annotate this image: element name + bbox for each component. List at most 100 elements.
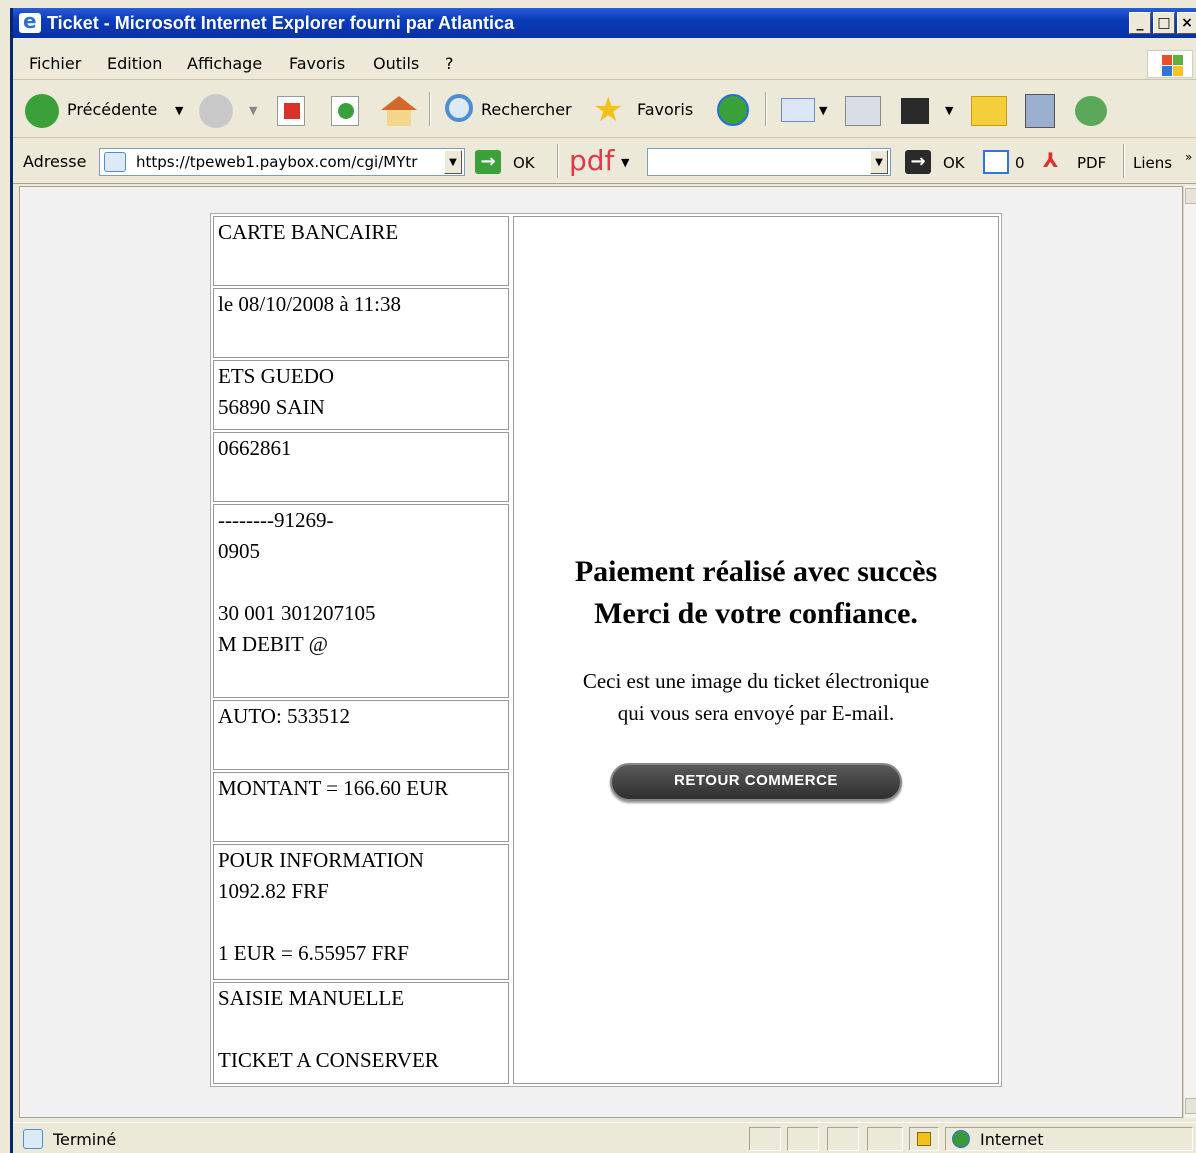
status-bar: Terminé Internet bbox=[13, 1122, 1196, 1153]
pdf-go-label[interactable]: OK bbox=[943, 154, 965, 172]
pdf-search-dropdown-icon[interactable]: ▼ bbox=[870, 150, 888, 174]
go-arrow-icon[interactable]: → bbox=[475, 150, 501, 174]
ticket-cell-merchant: ETS GUEDO 56890 SAIN bbox=[213, 360, 509, 430]
ticket-line bbox=[218, 567, 508, 598]
maximize-button[interactable]: □ bbox=[1153, 12, 1175, 34]
zone-segment: Internet bbox=[945, 1127, 1193, 1151]
menu-outils[interactable]: Outils bbox=[373, 54, 419, 73]
menu-bar: Fichier Edition Affichage Favoris Outils… bbox=[13, 46, 1196, 80]
ticket-cell-auth: AUTO: 533512 bbox=[213, 700, 509, 770]
print-icon[interactable] bbox=[845, 96, 881, 126]
forward-arrow-icon[interactable] bbox=[199, 94, 233, 128]
info-message-line1: Ceci est une image du ticket électroniqu… bbox=[582, 669, 930, 693]
ticket-line: 56890 SAIN bbox=[218, 395, 325, 419]
home-icon[interactable] bbox=[381, 96, 417, 126]
ticket-line: CARTE BANCAIRE bbox=[218, 220, 399, 244]
status-segment bbox=[749, 1127, 781, 1151]
address-dropdown-icon[interactable]: ▼ bbox=[444, 150, 462, 174]
scroll-up-button[interactable] bbox=[1185, 188, 1196, 204]
minimize-button[interactable]: _ bbox=[1129, 12, 1151, 34]
menu-help[interactable]: ? bbox=[445, 54, 454, 73]
chevron-right-icon[interactable]: » bbox=[1185, 150, 1192, 164]
folder-icon[interactable] bbox=[971, 96, 1007, 126]
pdf-search-input[interactable]: ▼ bbox=[647, 148, 891, 176]
title-bar: Ticket - Microsoft Internet Explorer fou… bbox=[13, 8, 1196, 38]
browser-window: Ticket - Microsoft Internet Explorer fou… bbox=[10, 8, 1196, 1153]
ticket-cell-merchant-id: 0662861 bbox=[213, 432, 509, 502]
back-dropdown-icon[interactable]: ▼ bbox=[175, 104, 183, 117]
stop-icon[interactable] bbox=[277, 96, 305, 126]
history-icon[interactable] bbox=[717, 94, 749, 126]
edit-dropdown-icon[interactable]: ▼ bbox=[945, 104, 953, 117]
menu-affichage[interactable]: Affichage bbox=[187, 54, 262, 73]
status-text: Terminé bbox=[53, 1130, 117, 1149]
favorites-icon[interactable]: ★ bbox=[593, 90, 623, 130]
edit-icon[interactable] bbox=[901, 98, 929, 124]
pdf-go-arrow-icon[interactable]: → bbox=[905, 150, 931, 174]
pdf-button-label[interactable]: PDF bbox=[1077, 154, 1106, 172]
ticket-line: AUTO: 533512 bbox=[218, 704, 351, 728]
ticket-line: 30 001 301207105 bbox=[218, 601, 376, 625]
ticket-cell-card-details: --------91269- 0905 30 001 301207105 M D… bbox=[213, 504, 509, 698]
toolbar-separator bbox=[557, 144, 559, 178]
ticket-line: ETS GUEDO bbox=[218, 364, 335, 388]
address-label: Adresse bbox=[23, 152, 87, 171]
go-button-label[interactable]: OK bbox=[513, 154, 535, 172]
forward-dropdown-icon[interactable]: ▼ bbox=[249, 104, 257, 117]
refresh-icon[interactable] bbox=[331, 96, 359, 126]
links-label[interactable]: Liens bbox=[1133, 154, 1172, 172]
ticket-line: --------91269- bbox=[218, 508, 334, 532]
toolbar: Précédente ▼ ▼ Rechercher ★ Favoris ▼ ▼ bbox=[13, 82, 1196, 138]
retour-commerce-button[interactable]: RETOUR COMMERCE bbox=[610, 763, 902, 801]
back-arrow-icon[interactable] bbox=[25, 94, 59, 128]
ticket-table: CARTE BANCAIRE le 08/10/2008 à 11:38 ETS… bbox=[210, 213, 1002, 1087]
menu-fichier[interactable]: Fichier bbox=[29, 54, 81, 73]
window-icon[interactable] bbox=[983, 150, 1009, 174]
ticket-line bbox=[218, 1014, 508, 1045]
mail-icon[interactable] bbox=[781, 98, 815, 122]
menu-edition[interactable]: Edition bbox=[107, 54, 162, 73]
pdf-logo-label[interactable]: pdf bbox=[569, 144, 614, 177]
toolbar-separator bbox=[1123, 144, 1125, 178]
address-bar: Adresse https://tpeweb1.paybox.com/cgi/M… bbox=[13, 140, 1196, 184]
close-button[interactable]: × bbox=[1177, 12, 1196, 34]
ticket-cell-card-type: CARTE BANCAIRE bbox=[213, 216, 509, 286]
scroll-down-button[interactable] bbox=[1185, 1098, 1196, 1114]
lock-segment bbox=[909, 1127, 939, 1151]
pdf-icon[interactable]: ⅄ bbox=[1043, 148, 1069, 176]
window-title: Ticket - Microsoft Internet Explorer fou… bbox=[47, 13, 515, 33]
ticket-line: 0905 bbox=[218, 539, 260, 563]
ticket-line: 1092.82 FRF bbox=[218, 879, 329, 903]
ticket-cell-info: POUR INFORMATION 1092.82 FRF 1 EUR = 6.5… bbox=[213, 844, 509, 980]
ticket-line: POUR INFORMATION bbox=[218, 848, 424, 872]
menu-favoris[interactable]: Favoris bbox=[289, 54, 345, 73]
pdf-dropdown-icon[interactable]: ▼ bbox=[621, 156, 629, 169]
page-icon bbox=[104, 152, 126, 172]
ticket-cell-amount: MONTANT = 166.60 EUR bbox=[213, 772, 509, 842]
counter-value: 0 bbox=[1015, 154, 1025, 172]
zone-label: Internet bbox=[980, 1130, 1044, 1149]
vertical-scrollbar[interactable] bbox=[1183, 186, 1196, 1118]
ticket-line: SAISIE MANUELLE bbox=[218, 986, 405, 1010]
address-url[interactable]: https://tpeweb1.paybox.com/cgi/MYtr bbox=[136, 153, 436, 171]
status-segment bbox=[867, 1127, 903, 1151]
address-field[interactable]: https://tpeweb1.paybox.com/cgi/MYtr ▼ bbox=[99, 148, 465, 176]
ticket-cell-date: le 08/10/2008 à 11:38 bbox=[213, 288, 509, 358]
favorites-button-label[interactable]: Favoris bbox=[637, 100, 693, 119]
toolbar-separator bbox=[429, 92, 431, 126]
messenger-icon[interactable] bbox=[1075, 96, 1107, 126]
thanks-message: Merci de votre confiance. bbox=[594, 597, 918, 630]
search-button-label[interactable]: Rechercher bbox=[481, 100, 572, 119]
ticket-line: le 08/10/2008 à 11:38 bbox=[218, 292, 401, 316]
research-icon[interactable] bbox=[1025, 94, 1055, 128]
page-content: CARTE BANCAIRE le 08/10/2008 à 11:38 ETS… bbox=[19, 186, 1183, 1118]
info-message-line2: qui vous sera envoyé par E-mail. bbox=[617, 701, 895, 725]
lock-icon bbox=[917, 1132, 931, 1146]
mail-dropdown-icon[interactable]: ▼ bbox=[819, 104, 827, 117]
confirmation-panel: Paiement réalisé avec succès Merci de vo… bbox=[513, 216, 999, 1084]
windows-logo-icon bbox=[1147, 50, 1193, 78]
back-button-label[interactable]: Précédente bbox=[67, 100, 157, 119]
ticket-line: 1 EUR = 6.55957 FRF bbox=[218, 941, 409, 965]
ticket-line: M DEBIT @ bbox=[218, 632, 328, 656]
search-icon[interactable] bbox=[445, 94, 473, 122]
